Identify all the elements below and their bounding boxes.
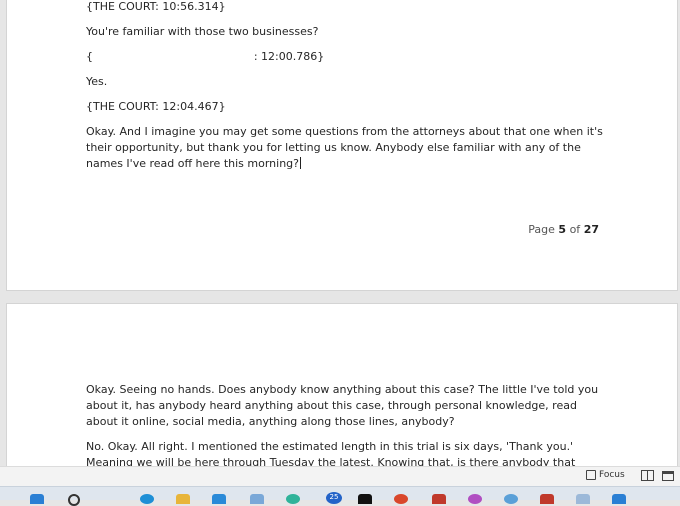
focus-button[interactable]: Focus: [586, 470, 625, 480]
total-pages: 27: [583, 223, 599, 236]
app-icon[interactable]: [286, 494, 300, 504]
timestamp-line[interactable]: {THE COURT: 10:56.314}: [86, 0, 606, 15]
page-of-label: of: [569, 223, 581, 236]
page-label: Page: [528, 223, 555, 236]
page-5-text[interactable]: {THE COURT: 10:56.314} You're familiar w…: [86, 0, 606, 172]
status-bar: Focus: [0, 466, 680, 486]
taskbar: 25: [0, 486, 680, 506]
paragraph[interactable]: You're familiar with those two businesse…: [86, 24, 606, 40]
app-icon[interactable]: [576, 494, 590, 504]
text-cursor: [300, 157, 301, 169]
timestamp-line[interactable]: {THE COURT: 12:04.467}: [86, 99, 606, 115]
search-icon[interactable]: [68, 494, 80, 506]
current-page: 5: [558, 223, 567, 236]
document-page-5[interactable]: {THE COURT: 10:56.314} You're familiar w…: [6, 0, 678, 291]
paragraph[interactable]: Okay. And I imagine you may get some que…: [86, 124, 606, 172]
notification-badge[interactable]: 25: [326, 492, 342, 504]
edge-icon[interactable]: [140, 494, 154, 504]
paragraph[interactable]: Yes.: [86, 74, 606, 90]
focus-icon: [586, 470, 596, 480]
app-icon[interactable]: [504, 494, 518, 504]
mail-icon[interactable]: [212, 494, 226, 504]
app-icon[interactable]: [468, 494, 482, 504]
word-icon[interactable]: [612, 494, 626, 504]
terminal-icon[interactable]: [358, 494, 372, 504]
page-number: Page 5 of 27: [528, 223, 599, 236]
start-icon[interactable]: [30, 494, 44, 504]
paragraph[interactable]: Okay. Seeing no hands. Does anybody know…: [86, 382, 606, 430]
focus-label: Focus: [599, 470, 625, 480]
print-layout-icon[interactable]: [662, 471, 674, 481]
gmail-icon[interactable]: [540, 494, 554, 504]
office-icon[interactable]: [394, 494, 408, 504]
document-page-6[interactable]: Okay. Seeing no hands. Does anybody know…: [6, 303, 678, 485]
app-icon[interactable]: [250, 494, 264, 504]
app-icon[interactable]: [432, 494, 446, 504]
file-explorer-icon[interactable]: [176, 494, 190, 504]
paragraph-text[interactable]: Okay. And I imagine you may get some que…: [86, 125, 603, 170]
read-mode-icon[interactable]: [641, 470, 654, 481]
timestamp-line[interactable]: { : 12:00.786}: [86, 49, 606, 65]
